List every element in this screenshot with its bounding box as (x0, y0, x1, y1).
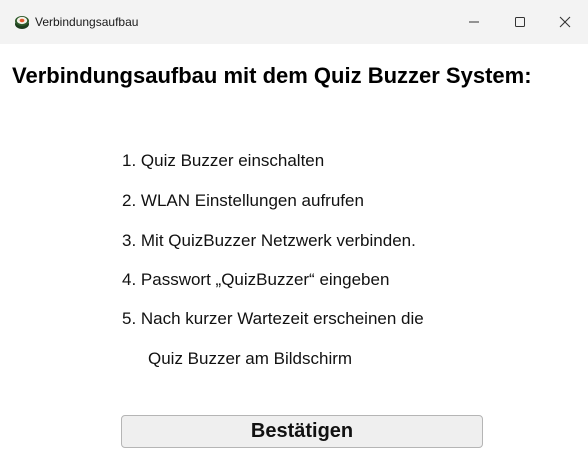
sushi-roll-icon (15, 16, 29, 29)
title-bar[interactable]: Verbindungsaufbau (0, 0, 588, 44)
close-icon (559, 16, 571, 28)
minimize-icon (469, 21, 479, 23)
maximize-icon (515, 17, 525, 27)
window-title: Verbindungsaufbau (35, 15, 139, 29)
instruction-step: 2. WLAN Einstellungen aufrufen (122, 191, 364, 210)
confirm-button[interactable]: Bestätigen (121, 415, 483, 448)
instruction-step-continuation: Quiz Buzzer am Bildschirm (148, 349, 353, 368)
page-title: Verbindungsaufbau mit dem Quiz Buzzer Sy… (12, 63, 532, 88)
instruction-step: 4. Passwort „QuizBuzzer“ eingeben (122, 270, 390, 289)
instruction-step: 3. Mit QuizBuzzer Netzwerk verbinden. (122, 231, 416, 250)
instruction-step: 1. Quiz Buzzer einschalten (122, 151, 325, 170)
maximize-button[interactable] (497, 0, 543, 44)
close-button[interactable] (542, 0, 588, 44)
minimize-button[interactable] (451, 0, 497, 44)
dialog-window: Verbindungsaufbau Verbindungsaufbau mit … (0, 0, 588, 476)
instruction-step: 5. Nach kurzer Wartezeit erscheinen die (122, 309, 424, 328)
